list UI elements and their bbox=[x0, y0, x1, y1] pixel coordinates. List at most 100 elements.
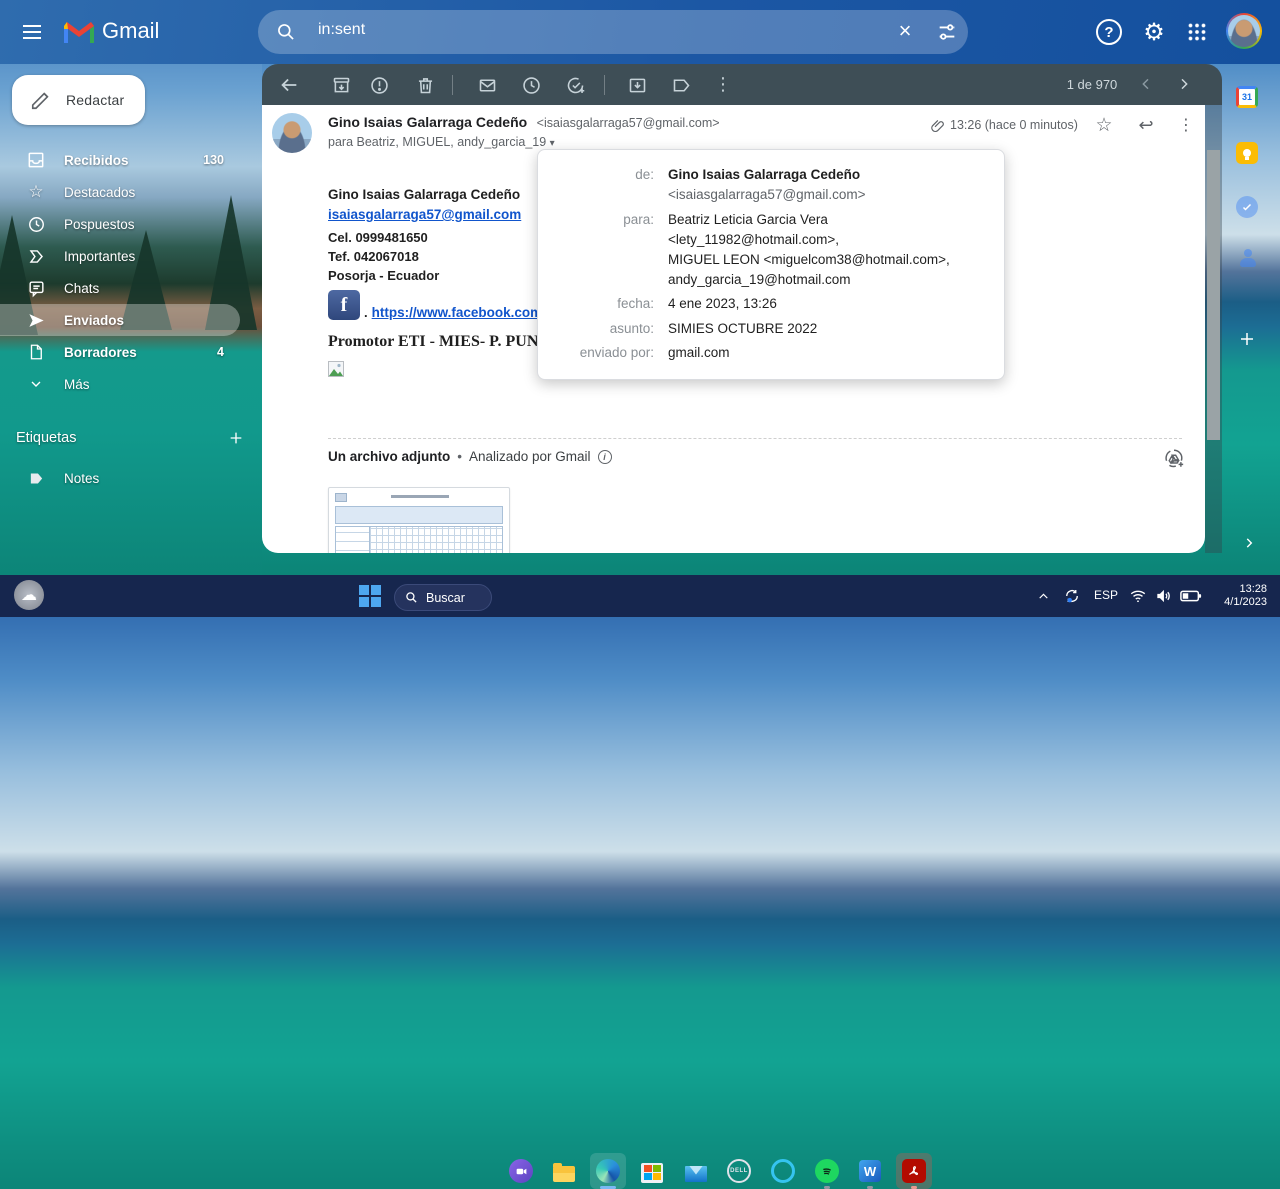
sidebar-item-pospuestos[interactable]: Pospuestos bbox=[0, 208, 248, 240]
chat-icon bbox=[26, 279, 46, 298]
acrobat-icon[interactable] bbox=[896, 1153, 932, 1189]
help-icon[interactable]: ? bbox=[1096, 19, 1122, 45]
details-to-label: para: bbox=[558, 210, 654, 291]
alexa-app-icon[interactable] bbox=[765, 1153, 801, 1189]
reply-icon[interactable]: ↩ bbox=[1132, 111, 1160, 139]
volume-icon[interactable] bbox=[1153, 585, 1175, 607]
edge-browser-icon[interactable] bbox=[590, 1153, 626, 1189]
attachment-thumbnail[interactable] bbox=[328, 487, 510, 553]
google-apps-grid-icon[interactable] bbox=[1188, 23, 1206, 41]
clear-search-icon[interactable]: × bbox=[891, 17, 919, 45]
sidebar-item-enviados[interactable]: Enviados bbox=[0, 304, 240, 336]
thumbnail-logo bbox=[335, 493, 347, 502]
sidebar-item-importantes[interactable]: Importantes bbox=[0, 240, 248, 272]
details-to-value: Beatriz Leticia Garcia Vera <lety_11982@… bbox=[668, 210, 984, 291]
dell-app-icon[interactable]: DELL bbox=[721, 1153, 757, 1189]
facebook-link[interactable]: https://www.facebook.com/ bbox=[372, 305, 546, 320]
details-from-value: Gino Isaias Galarraga Cedeño <isaiasgala… bbox=[668, 165, 984, 206]
details-subject-value: SIMIES OCTUBRE 2022 bbox=[668, 319, 984, 340]
battery-icon[interactable] bbox=[1179, 586, 1203, 606]
pagination-text: 1 de 970 bbox=[1052, 77, 1132, 92]
message-more-icon[interactable]: ⋮ bbox=[1172, 111, 1200, 139]
newer-chevron-icon[interactable] bbox=[1134, 72, 1158, 96]
get-addons-icon[interactable] bbox=[1238, 330, 1256, 348]
attachment-scanned-text: Analizado por Gmail bbox=[469, 449, 591, 464]
add-to-drive-icon[interactable] bbox=[1160, 444, 1188, 472]
wifi-icon[interactable] bbox=[1127, 585, 1149, 607]
archive-icon[interactable] bbox=[328, 72, 354, 98]
mark-unread-icon[interactable] bbox=[474, 72, 500, 98]
label-icon[interactable] bbox=[668, 72, 694, 98]
snooze-icon[interactable] bbox=[518, 72, 544, 98]
attachment-separator: • bbox=[457, 449, 462, 464]
thumbnail-table-grid bbox=[369, 526, 503, 553]
microsoft-store-icon[interactable] bbox=[634, 1153, 670, 1189]
move-to-icon[interactable] bbox=[624, 72, 650, 98]
taskbar-search[interactable]: Buscar bbox=[394, 584, 492, 611]
sidebar-item-recibidos[interactable]: Recibidos 130 bbox=[0, 144, 248, 176]
labels-header-text: Etiquetas bbox=[16, 430, 226, 446]
search-icon[interactable] bbox=[275, 21, 297, 43]
compose-label: Redactar bbox=[66, 92, 124, 108]
gmail-topbar: Gmail × ? ⚙ bbox=[0, 0, 1280, 64]
signature-email-link[interactable]: isaiasgalarraga57@gmail.com bbox=[328, 207, 521, 222]
recipients-line[interactable]: para Beatriz, MIGUEL, andy_garcia_19 ▾ bbox=[328, 135, 555, 149]
facebook-icon[interactable]: f bbox=[328, 290, 360, 320]
mail-toolbar: ⋮ 1 de 970 bbox=[262, 64, 1222, 105]
sidebar-item-mas[interactable]: Más bbox=[0, 368, 248, 400]
create-label-icon[interactable] bbox=[226, 428, 246, 448]
details-date-label: fecha: bbox=[558, 294, 654, 315]
add-to-tasks-icon[interactable] bbox=[562, 72, 588, 98]
more-options-icon[interactable]: ⋮ bbox=[710, 71, 736, 97]
language-indicator[interactable]: ESP bbox=[1094, 588, 1118, 602]
sync-update-icon[interactable] bbox=[1060, 584, 1084, 608]
contacts-icon[interactable] bbox=[1238, 248, 1258, 268]
thumbnail-left-column bbox=[335, 526, 371, 553]
attachment-paperclip-icon bbox=[926, 115, 948, 137]
sender-line: Gino Isaias Galarraga Cedeño <isaiasgala… bbox=[328, 114, 720, 132]
start-button[interactable] bbox=[352, 578, 388, 614]
label-tag-icon bbox=[26, 470, 46, 487]
scrollbar-track[interactable] bbox=[1205, 105, 1222, 553]
sidebar-item-destacados[interactable]: ☆ Destacados bbox=[0, 176, 248, 208]
scrollbar-thumb[interactable] bbox=[1207, 150, 1220, 440]
search-input[interactable] bbox=[316, 20, 840, 40]
show-details-dropdown-icon[interactable]: ▾ bbox=[550, 138, 555, 149]
delete-icon[interactable] bbox=[412, 72, 438, 98]
attachment-header-row: Un archivo adjunto • Analizado por Gmail… bbox=[328, 449, 612, 464]
windows-taskbar: ☁ Buscar DELL W ESP bbox=[0, 575, 1280, 617]
hide-side-panel-icon[interactable] bbox=[1240, 534, 1258, 552]
sender-address: <isaiasgalarraga57@gmail.com> bbox=[537, 116, 720, 130]
main-menu-icon[interactable] bbox=[16, 16, 48, 48]
sidebar-item-chats[interactable]: Chats bbox=[0, 272, 248, 304]
file-explorer-icon[interactable] bbox=[546, 1153, 582, 1189]
sidebar-label-notes[interactable]: Notes bbox=[0, 462, 248, 494]
settings-gear-icon[interactable]: ⚙ bbox=[1138, 16, 1170, 48]
back-icon[interactable] bbox=[276, 72, 302, 98]
info-icon[interactable]: i bbox=[598, 450, 612, 464]
sender-avatar[interactable] bbox=[272, 113, 312, 153]
tasks-icon[interactable] bbox=[1236, 196, 1258, 218]
tray-chevron-up-icon[interactable] bbox=[1033, 586, 1053, 606]
report-spam-icon[interactable] bbox=[366, 72, 392, 98]
gmail-wordmark: Gmail bbox=[102, 18, 159, 44]
mail-app-icon[interactable] bbox=[678, 1153, 714, 1189]
word-icon[interactable]: W bbox=[852, 1153, 888, 1189]
weather-widget-icon[interactable]: ☁ bbox=[14, 580, 44, 610]
pencil-icon bbox=[30, 89, 52, 111]
search-options-icon[interactable] bbox=[934, 20, 960, 44]
chevron-down-icon bbox=[26, 376, 46, 392]
mail-surface: ⋮ 1 de 970 Gino Isaias Galarraga Cedeño … bbox=[262, 64, 1222, 553]
tray-clock[interactable]: 13:28 4/1/2023 bbox=[1205, 583, 1267, 609]
star-message-icon[interactable]: ☆ bbox=[1090, 111, 1118, 139]
important-marker-icon bbox=[26, 247, 46, 266]
spotify-icon[interactable] bbox=[809, 1153, 845, 1189]
gmail-logo-icon[interactable] bbox=[62, 19, 96, 45]
chat-app-icon[interactable] bbox=[503, 1153, 539, 1189]
older-chevron-icon[interactable] bbox=[1172, 72, 1196, 96]
compose-button[interactable]: Redactar bbox=[12, 75, 145, 125]
sidebar-item-borradores[interactable]: Borradores 4 bbox=[0, 336, 248, 368]
keep-icon[interactable] bbox=[1236, 142, 1258, 164]
account-avatar[interactable] bbox=[1226, 13, 1262, 49]
calendar-icon[interactable]: 31 bbox=[1236, 86, 1258, 108]
